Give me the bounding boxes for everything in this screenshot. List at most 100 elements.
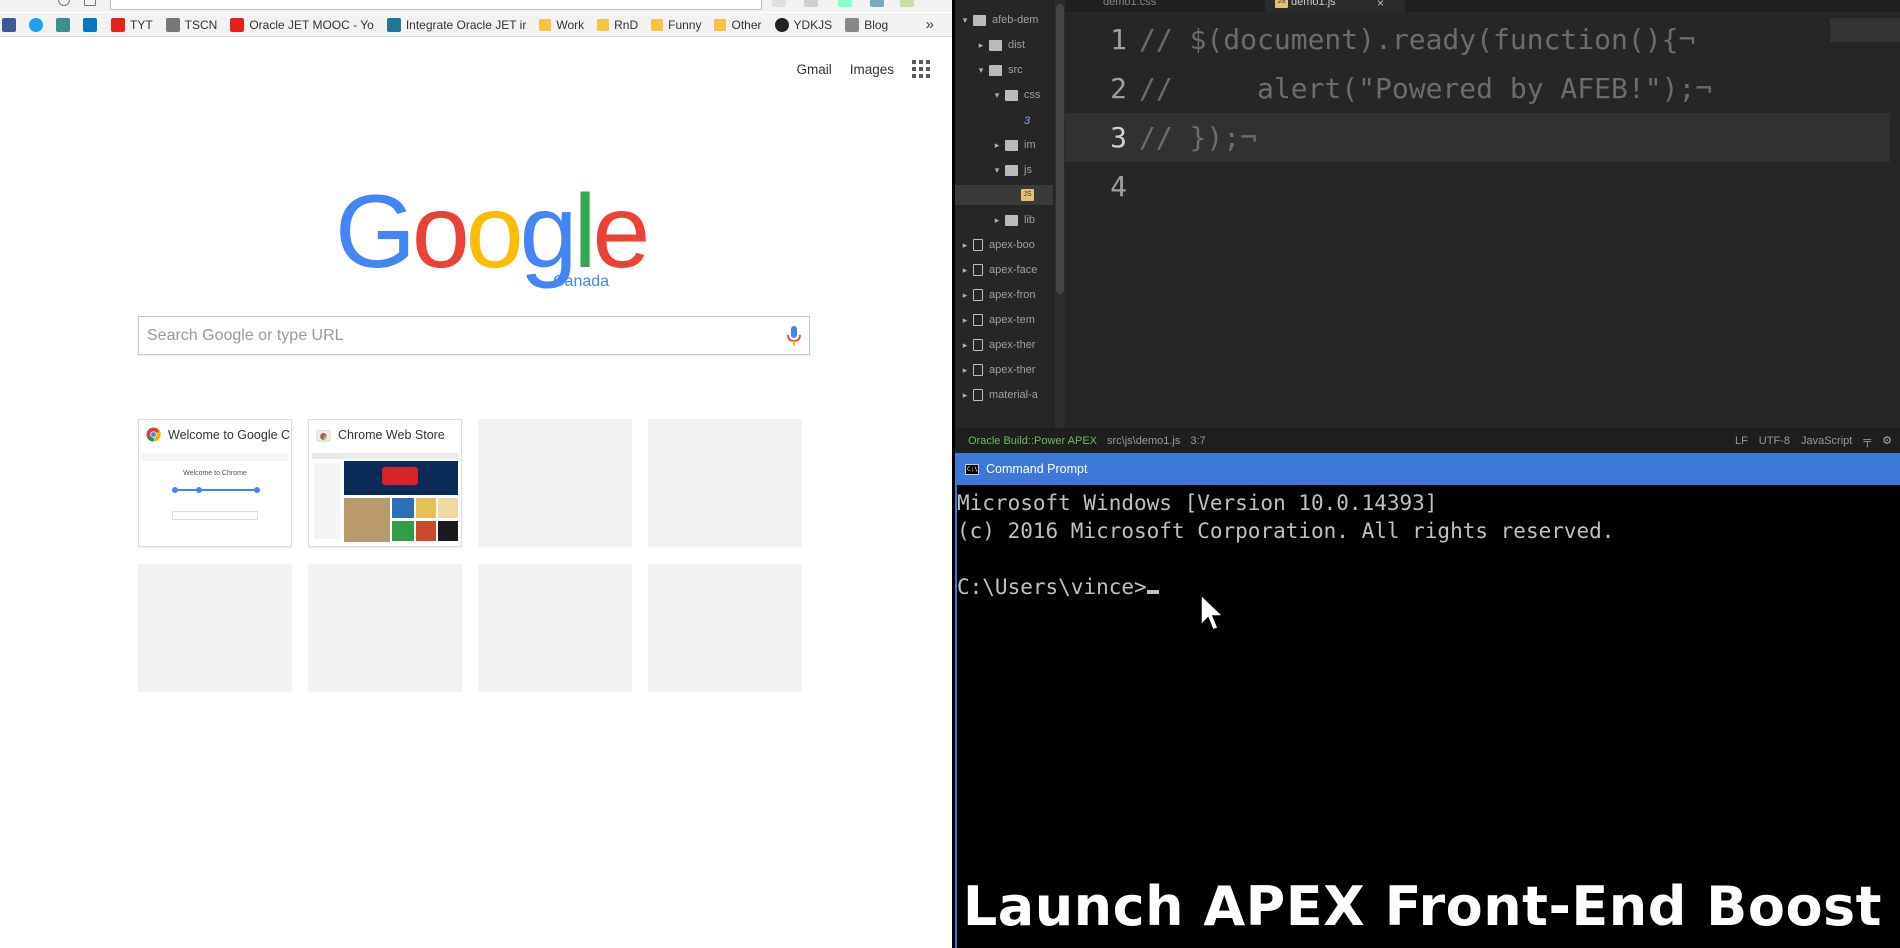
chevron-right-icon[interactable]: ▸ [959, 365, 971, 376]
tree-item[interactable]: ▸ dist [955, 35, 1053, 55]
grammar[interactable]: JavaScript [1801, 435, 1852, 447]
video-caption: Launch APEX Front-End Boost [962, 875, 1882, 938]
ext-green-icon[interactable] [838, 0, 852, 7]
mouse-pointer-icon [1200, 594, 1225, 631]
build-status[interactable]: Oracle Build::Power APEX [968, 435, 1097, 447]
tree-item[interactable]: ▸ apex-ther [955, 360, 1053, 380]
tree-item[interactable]: ▾ src [955, 60, 1053, 80]
cmd-output[interactable]: Microsoft Windows [Version 10.0.14393] (c… [957, 489, 1897, 601]
chevron-right-icon[interactable]: ▸ [991, 140, 1003, 151]
ext-tool-icon[interactable] [804, 0, 818, 7]
apps-grid-icon[interactable] [912, 60, 930, 78]
bookmark-label: Funny [668, 17, 702, 32]
tree-item[interactable]: ▸ apex-fron [955, 285, 1053, 305]
tree-item[interactable]: ▸ apex-tem [955, 310, 1053, 330]
chevron-right-icon[interactable]: ▸ [959, 240, 971, 251]
cmd-title-bar[interactable]: C:\ Command Prompt [957, 453, 1900, 485]
cmd-app-icon: C:\ [965, 463, 979, 475]
home-icon[interactable] [84, 0, 96, 6]
trello-icon[interactable] [83, 17, 97, 32]
tab-demo1-css[interactable]: demo1.css [1077, 0, 1166, 12]
tree-item[interactable]: JS [955, 185, 1053, 205]
gmail-link[interactable]: Gmail [796, 62, 831, 77]
tree-item[interactable]: 3 [955, 110, 1053, 130]
code-line[interactable]: // $(document).ready(function(){¬ [1135, 15, 1890, 64]
code-line[interactable]: // alert("Powered by AFEB!");¬ [1135, 64, 1890, 113]
tree-scrollbar[interactable] [1053, 0, 1065, 428]
cmd-line-text: (c) 2016 Microsoft Corporation. All righ… [957, 519, 1615, 543]
file-path[interactable]: src\js\demo1.js [1107, 435, 1180, 447]
chevron-right-icon[interactable]: ▸ [959, 315, 971, 326]
ext-opera-icon[interactable] [772, 0, 786, 7]
tile-thumbnail-webstore [312, 453, 458, 543]
chevron-right-icon[interactable]: ▸ [959, 340, 971, 351]
bookmark-label: Other [731, 17, 762, 32]
bookmark-item[interactable]: Other [714, 17, 762, 32]
tree-item[interactable]: ▸ apex-boo [955, 235, 1053, 255]
ext-image-icon[interactable] [900, 0, 914, 7]
chevron-right-icon[interactable]: ▸ [959, 290, 971, 301]
tree-item[interactable]: ▾ css [955, 85, 1053, 105]
code-line[interactable] [1135, 162, 1890, 211]
bookmark-item[interactable]: YDKJS [774, 17, 832, 32]
bookmark-item[interactable]: Blog [845, 17, 889, 32]
cmd-line: Microsoft Windows [Version 10.0.14393] [957, 489, 1897, 517]
bookmark-item[interactable]: Oracle JET MOOC - Yo [230, 17, 374, 32]
chevron-right-icon[interactable]: ▸ [975, 40, 987, 51]
tile-title: Chrome Web Store [338, 427, 445, 442]
app-house-icon[interactable] [56, 17, 70, 32]
tree-item[interactable]: ▸ apex-ther [955, 335, 1053, 355]
twitter-icon[interactable] [29, 17, 43, 32]
chevron-down-icon[interactable]: ▾ [991, 90, 1003, 101]
js-file-icon: JS [1021, 189, 1034, 201]
pin-icon[interactable]: ╤ [1863, 435, 1871, 447]
close-tab-icon[interactable]: × [1377, 0, 1384, 10]
bookmark-item[interactable]: Integrate Oracle JET ir [386, 17, 526, 32]
chevron-right-icon[interactable]: ▸ [959, 390, 971, 401]
facebook-icon[interactable] [2, 17, 16, 32]
cursor-position[interactable]: 3:7 [1190, 435, 1205, 447]
tree-item[interactable]: ▸ apex-face [955, 260, 1053, 280]
cmd-line: C:\Users\vince> [957, 573, 1897, 601]
most-visited-tile-empty [478, 564, 632, 692]
encoding[interactable]: UTF-8 [1759, 435, 1790, 447]
chevron-right-icon[interactable]: ▸ [959, 265, 971, 276]
bookmark-item[interactable]: TYT [111, 17, 153, 32]
chevron-down-icon[interactable]: ▾ [959, 15, 971, 26]
bookmark-label: Blog [864, 17, 889, 32]
most-visited-tile-welcome[interactable]: Welcome to Google C Welcome to Chrome [138, 419, 292, 547]
most-visited-tile-empty [308, 564, 462, 692]
line-number: 2 [1110, 72, 1127, 105]
ext-blue-icon[interactable] [870, 0, 884, 7]
address-bar[interactable] [110, 0, 762, 10]
bookmark-item[interactable]: Work [539, 18, 584, 32]
bookmark-item[interactable]: TSCN [165, 17, 217, 32]
most-visited-tile-webstore[interactable]: Chrome Web Store [308, 419, 462, 547]
minimap[interactable] [1830, 18, 1900, 42]
chevron-down-icon[interactable]: ▾ [991, 165, 1003, 176]
code-area[interactable]: // $(document).ready(function(){¬// aler… [1135, 12, 1890, 428]
tree-item-label: src [1008, 64, 1023, 76]
chevron-down-icon[interactable]: ▾ [975, 65, 987, 76]
tree-item[interactable]: ▸ lib [955, 210, 1053, 230]
tree-item[interactable]: ▸ material-a [955, 385, 1053, 405]
line-ending[interactable]: LF [1735, 435, 1748, 447]
reload-icon[interactable] [58, 0, 70, 6]
settings-gear-icon[interactable]: ⚙ [1882, 434, 1892, 447]
tree-item-label: apex-boo [989, 239, 1035, 251]
tree-item[interactable]: ▸ im [955, 135, 1053, 155]
bookmark-item[interactable]: RnD [597, 18, 638, 32]
cmd-line-text: C:\Users\vince> [957, 575, 1147, 599]
bookmarks-more-button[interactable]: » [926, 16, 934, 33]
microphone-icon[interactable] [787, 325, 801, 347]
search-box[interactable] [138, 316, 810, 355]
chevron-right-icon[interactable]: ▸ [991, 215, 1003, 226]
bookmark-label: TYT [130, 17, 153, 32]
bookmark-item[interactable]: Funny [651, 18, 701, 32]
tree-item-label: js [1024, 164, 1032, 176]
code-line[interactable]: // });¬ [1135, 113, 1890, 162]
tree-item[interactable]: ▾ js [955, 160, 1053, 180]
search-input[interactable] [147, 317, 767, 354]
images-link[interactable]: Images [850, 62, 894, 77]
tree-item[interactable]: ▾ afeb-dem [955, 10, 1053, 30]
